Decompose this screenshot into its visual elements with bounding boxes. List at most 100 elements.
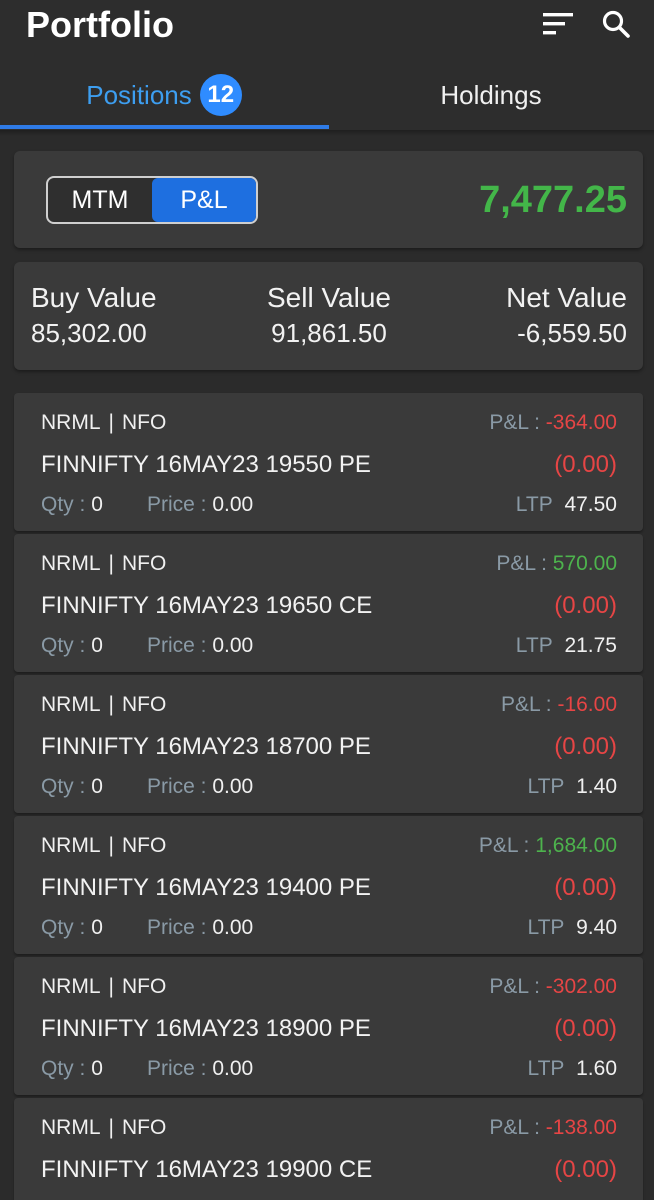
mtm-pnl-toggle: MTM P&L	[46, 176, 258, 224]
position-card[interactable]: NRML | NFO P&L : -16.00 FINNIFTY 16MAY23 1…	[14, 675, 643, 813]
pnl-label: P&L :	[489, 975, 540, 998]
price-label: Price :	[147, 493, 207, 516]
toggle-mtm[interactable]: MTM	[48, 178, 152, 222]
position-price: Price : 0.00	[147, 1057, 253, 1081]
price-label: Price :	[147, 634, 207, 657]
separator: |	[108, 693, 114, 716]
price-value: 0.00	[212, 775, 254, 798]
product-type: NRML	[41, 834, 101, 857]
position-symbol: FINNIFTY 16MAY23 19400 PE	[41, 874, 371, 901]
price-value: 0.00	[212, 634, 254, 657]
search-button[interactable]	[594, 4, 638, 44]
pnl-value: -16.00	[557, 693, 617, 716]
app-bar: Portfolio Positions 12 Holdings	[0, 0, 654, 130]
search-icon	[602, 10, 630, 38]
pnl-toggle-card: MTM P&L 7,477.25	[14, 151, 643, 248]
pnl-value: -364.00	[545, 411, 617, 434]
position-change: (0.00)	[554, 1156, 617, 1183]
position-type: NRML | NFO	[41, 834, 166, 858]
position-change: (0.00)	[554, 451, 617, 478]
separator: |	[108, 834, 114, 857]
separator: |	[108, 411, 114, 434]
exchange: NFO	[121, 1116, 167, 1139]
position-ltp: LTP 47.50	[516, 493, 617, 517]
position-type: NRML | NFO	[41, 975, 166, 999]
position-change: (0.00)	[554, 1015, 617, 1042]
product-type: NRML	[41, 975, 101, 998]
position-card[interactable]: NRML | NFO P&L : -302.00 FINNIFTY 16MAY23 …	[14, 957, 643, 1095]
sort-icon	[543, 13, 573, 35]
position-type: NRML | NFO	[41, 411, 166, 435]
product-type: NRML	[41, 1116, 101, 1139]
position-symbol: FINNIFTY 16MAY23 19550 PE	[41, 451, 371, 478]
position-pnl: P&L : 1,684.00	[479, 834, 617, 858]
position-price: Price : 0.00	[147, 493, 253, 517]
buy-value: 85,302.00	[31, 318, 147, 348]
position-type: NRML | NFO	[41, 693, 166, 717]
positions-list: NRML | NFO P&L : -364.00 FINNIFTY 16MAY23 …	[14, 393, 643, 1200]
net-value-label: Net Value	[506, 282, 627, 313]
exchange: NFO	[121, 975, 167, 998]
ltp-value: 9.40	[576, 916, 617, 939]
sell-value-column: Sell Value 91,861.50	[244, 282, 414, 349]
separator: |	[108, 1116, 114, 1139]
qty-label: Qty :	[41, 493, 86, 516]
position-card[interactable]: NRML | NFO P&L : 1,684.00 FINNIFTY 16MAY23…	[14, 816, 643, 954]
position-ltp: LTP 1.60	[527, 1057, 617, 1081]
position-change: (0.00)	[554, 874, 617, 901]
net-value-column: Net Value -6,559.50	[506, 282, 627, 349]
qty-value: 0	[91, 775, 103, 798]
ltp-label: LTP	[527, 916, 565, 939]
app-bar-shadow	[0, 130, 654, 136]
position-change: (0.00)	[554, 592, 617, 619]
qty-label: Qty :	[41, 775, 86, 798]
price-label: Price :	[147, 775, 207, 798]
sort-button[interactable]	[536, 4, 580, 44]
position-card[interactable]: NRML | NFO P&L : 570.00 FINNIFTY 16MAY23 1…	[14, 534, 643, 672]
buy-value-column: Buy Value 85,302.00	[31, 282, 157, 349]
price-value: 0.00	[212, 1057, 254, 1080]
qty-label: Qty :	[41, 916, 86, 939]
qty-value: 0	[91, 1057, 103, 1080]
ltp-label: LTP	[527, 1057, 565, 1080]
position-symbol: FINNIFTY 16MAY23 19650 CE	[41, 592, 373, 619]
tab-holdings[interactable]: Holdings	[328, 60, 654, 130]
position-pnl: P&L : 570.00	[496, 552, 617, 576]
pnl-value: 570.00	[552, 552, 617, 575]
qty-value: 0	[91, 493, 103, 516]
exchange: NFO	[121, 552, 167, 575]
exchange: NFO	[121, 834, 167, 857]
position-qty: Qty : 0	[41, 1057, 103, 1081]
net-value: -6,559.50	[517, 318, 627, 348]
position-type: NRML | NFO	[41, 1116, 166, 1140]
pnl-label: P&L :	[489, 411, 540, 434]
position-price: Price : 0.00	[147, 634, 253, 658]
active-tab-indicator	[0, 125, 329, 129]
sell-value-label: Sell Value	[266, 282, 391, 313]
pnl-label: P&L :	[496, 552, 547, 575]
qty-label: Qty :	[41, 634, 86, 657]
total-pnl-value: 7,477.25	[479, 179, 627, 221]
position-type: NRML | NFO	[41, 552, 166, 576]
qty-value: 0	[91, 634, 103, 657]
ltp-value: 1.40	[576, 775, 617, 798]
position-price: Price : 0.00	[147, 775, 253, 799]
position-qty: Qty : 0	[41, 493, 103, 517]
pnl-label: P&L :	[501, 693, 552, 716]
position-symbol: FINNIFTY 16MAY23 19900 CE	[41, 1156, 373, 1183]
ltp-label: LTP	[527, 775, 565, 798]
position-ltp: LTP 1.40	[527, 775, 617, 799]
position-card[interactable]: NRML | NFO P&L : -364.00 FINNIFTY 16MAY23 …	[14, 393, 643, 531]
pnl-value: -138.00	[545, 1116, 617, 1139]
position-card[interactable]: NRML | NFO P&L : -138.00 FINNIFTY 16MAY23 …	[14, 1098, 643, 1200]
pnl-value: -302.00	[545, 975, 617, 998]
tab-positions-label: Positions	[86, 79, 192, 110]
separator: |	[108, 552, 114, 575]
price-value: 0.00	[212, 493, 254, 516]
ltp-value: 1.60	[576, 1057, 617, 1080]
tab-positions[interactable]: Positions 12	[0, 60, 328, 130]
page-title: Portfolio	[26, 4, 174, 45]
price-value: 0.00	[212, 916, 254, 939]
toggle-pnl[interactable]: P&L	[152, 178, 256, 222]
positions-count-badge: 12	[199, 74, 242, 116]
